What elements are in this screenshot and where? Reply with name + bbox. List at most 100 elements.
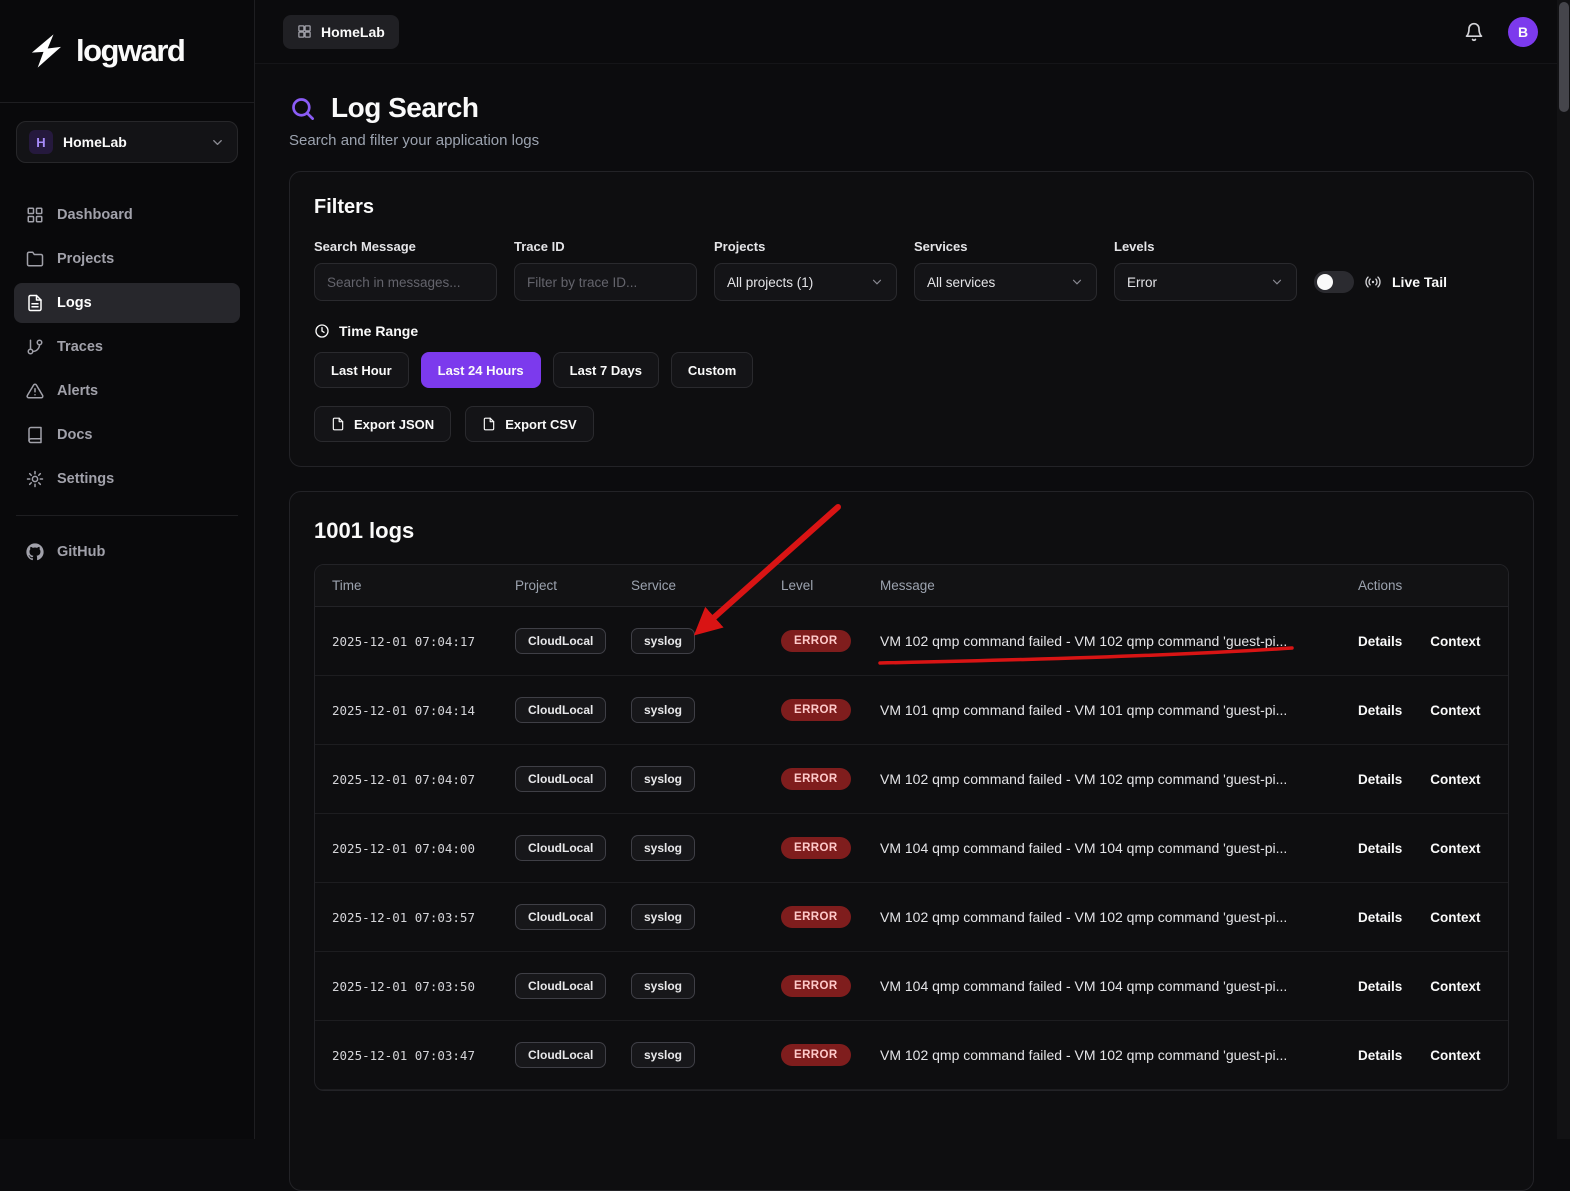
project-badge: CloudLocal [515, 904, 606, 930]
export-csv-label: Export CSV [505, 417, 577, 432]
details-button[interactable]: Details [1358, 841, 1402, 856]
workspace-selector[interactable]: H HomeLab [16, 121, 238, 163]
time-range-custom-button[interactable]: Custom [671, 352, 753, 388]
column-header-service: Service [631, 578, 781, 593]
log-time: 2025-12-01 07:03:57 [332, 910, 515, 925]
logs-card: 1001 logs Time Project Service Level Mes… [289, 491, 1534, 1191]
context-button[interactable]: Context [1430, 979, 1480, 994]
projects-label: Projects [714, 239, 897, 254]
broadcast-icon [1364, 273, 1382, 291]
column-header-message: Message [880, 578, 1345, 593]
context-button[interactable]: Context [1430, 703, 1480, 718]
boxes-icon [297, 24, 312, 39]
level-badge: ERROR [781, 630, 851, 652]
file-icon [331, 417, 345, 431]
row-actions: Details Context [1345, 841, 1508, 856]
services-label: Services [914, 239, 1097, 254]
search-message-label: Search Message [314, 239, 497, 254]
brand-name: logward [76, 33, 184, 69]
level-badge: ERROR [781, 768, 851, 790]
workspace-badge: H [29, 130, 53, 154]
table-row: 2025-12-01 07:04:00 CloudLocal syslog ER… [315, 814, 1508, 883]
project-badge: CloudLocal [515, 1042, 606, 1068]
project-badge: CloudLocal [515, 697, 606, 723]
projects-select[interactable]: All projects (1) [714, 263, 897, 301]
live-tail-label: Live Tail [1392, 274, 1447, 290]
table-row: 2025-12-01 07:03:47 CloudLocal syslog ER… [315, 1021, 1508, 1090]
column-header-project: Project [515, 578, 631, 593]
sidebar-item-projects[interactable]: Projects [14, 239, 240, 279]
level-badge: ERROR [781, 837, 851, 859]
logs-table: Time Project Service Level Message Actio… [314, 564, 1509, 1091]
projects-select-value: All projects (1) [727, 275, 813, 290]
page-title: Log Search [331, 92, 478, 124]
log-time: 2025-12-01 07:04:17 [332, 634, 515, 649]
log-time: 2025-12-01 07:04:07 [332, 772, 515, 787]
sidebar-item-label: Docs [57, 427, 92, 443]
sidebar-item-traces[interactable]: Traces [14, 327, 240, 367]
sidebar-item-label: Settings [57, 471, 114, 487]
alert-triangle-icon [26, 382, 44, 400]
live-tail-toggle[interactable] [1314, 271, 1354, 293]
export-csv-button[interactable]: Export CSV [465, 406, 594, 442]
scrollbar-thumb[interactable] [1559, 2, 1569, 112]
sidebar-item-github[interactable]: GitHub [14, 532, 240, 572]
details-button[interactable]: Details [1358, 634, 1402, 649]
sidebar-item-label: Alerts [57, 383, 98, 399]
time-range-last-7-days-button[interactable]: Last 7 Days [553, 352, 659, 388]
context-button[interactable]: Context [1430, 772, 1480, 787]
details-button[interactable]: Details [1358, 979, 1402, 994]
row-actions: Details Context [1345, 979, 1508, 994]
log-message: VM 104 qmp command failed - VM 104 qmp c… [880, 840, 1345, 856]
toggle-knob [1317, 274, 1333, 290]
context-button[interactable]: Context [1430, 1048, 1480, 1063]
table-row: 2025-12-01 07:04:14 CloudLocal syslog ER… [315, 676, 1508, 745]
main-content: Log Search Search and filter your applic… [255, 64, 1570, 1191]
context-button[interactable]: Context [1430, 910, 1480, 925]
scrollbar [1557, 0, 1570, 1139]
table-row: 2025-12-01 07:04:07 CloudLocal syslog ER… [315, 745, 1508, 814]
row-actions: Details Context [1345, 910, 1508, 925]
sidebar-item-settings[interactable]: Settings [14, 459, 240, 499]
table-row: 2025-12-01 07:03:50 CloudLocal syslog ER… [315, 952, 1508, 1021]
clock-icon [314, 323, 330, 339]
sidebar-item-label: Projects [57, 251, 114, 267]
log-message: VM 102 qmp command failed - VM 102 qmp c… [880, 909, 1345, 925]
context-button[interactable]: Context [1430, 634, 1480, 649]
sidebar: logward H HomeLab Dashboard Projects Log… [0, 0, 255, 1139]
log-message: VM 104 qmp command failed - VM 104 qmp c… [880, 978, 1345, 994]
log-message: VM 102 qmp command failed - VM 102 qmp c… [880, 1047, 1345, 1063]
table-header: Time Project Service Level Message Actio… [315, 565, 1508, 607]
search-message-input[interactable] [314, 263, 497, 301]
sidebar-item-alerts[interactable]: Alerts [14, 371, 240, 411]
sidebar-nav: Dashboard Projects Logs Traces Alerts Do… [0, 195, 254, 572]
avatar[interactable]: B [1508, 17, 1538, 47]
details-button[interactable]: Details [1358, 910, 1402, 925]
trace-id-input[interactable] [514, 263, 697, 301]
details-button[interactable]: Details [1358, 1048, 1402, 1063]
sidebar-item-label: GitHub [57, 544, 105, 560]
table-row: 2025-12-01 07:04:17 CloudLocal syslog ER… [315, 607, 1508, 676]
details-button[interactable]: Details [1358, 703, 1402, 718]
time-range-last-24-hours-button[interactable]: Last 24 Hours [421, 352, 541, 388]
log-message: VM 102 qmp command failed - VM 102 qmp c… [880, 771, 1345, 787]
chevron-down-icon [1270, 275, 1284, 289]
context-button[interactable]: Context [1430, 841, 1480, 856]
bell-icon[interactable] [1464, 22, 1484, 42]
export-json-button[interactable]: Export JSON [314, 406, 451, 442]
service-badge: syslog [631, 697, 695, 723]
project-badge: CloudLocal [515, 628, 606, 654]
service-badge: syslog [631, 835, 695, 861]
dashboard-icon [26, 206, 44, 224]
sidebar-item-dashboard[interactable]: Dashboard [14, 195, 240, 235]
sidebar-item-logs[interactable]: Logs [14, 283, 240, 323]
details-button[interactable]: Details [1358, 772, 1402, 787]
time-range-label: Time Range [339, 323, 418, 339]
levels-select[interactable]: Error [1114, 263, 1297, 301]
workspace-chip[interactable]: HomeLab [283, 15, 399, 49]
row-actions: Details Context [1345, 703, 1508, 718]
time-range-last-hour-button[interactable]: Last Hour [314, 352, 409, 388]
level-badge: ERROR [781, 1044, 851, 1066]
sidebar-item-docs[interactable]: Docs [14, 415, 240, 455]
services-select[interactable]: All services [914, 263, 1097, 301]
